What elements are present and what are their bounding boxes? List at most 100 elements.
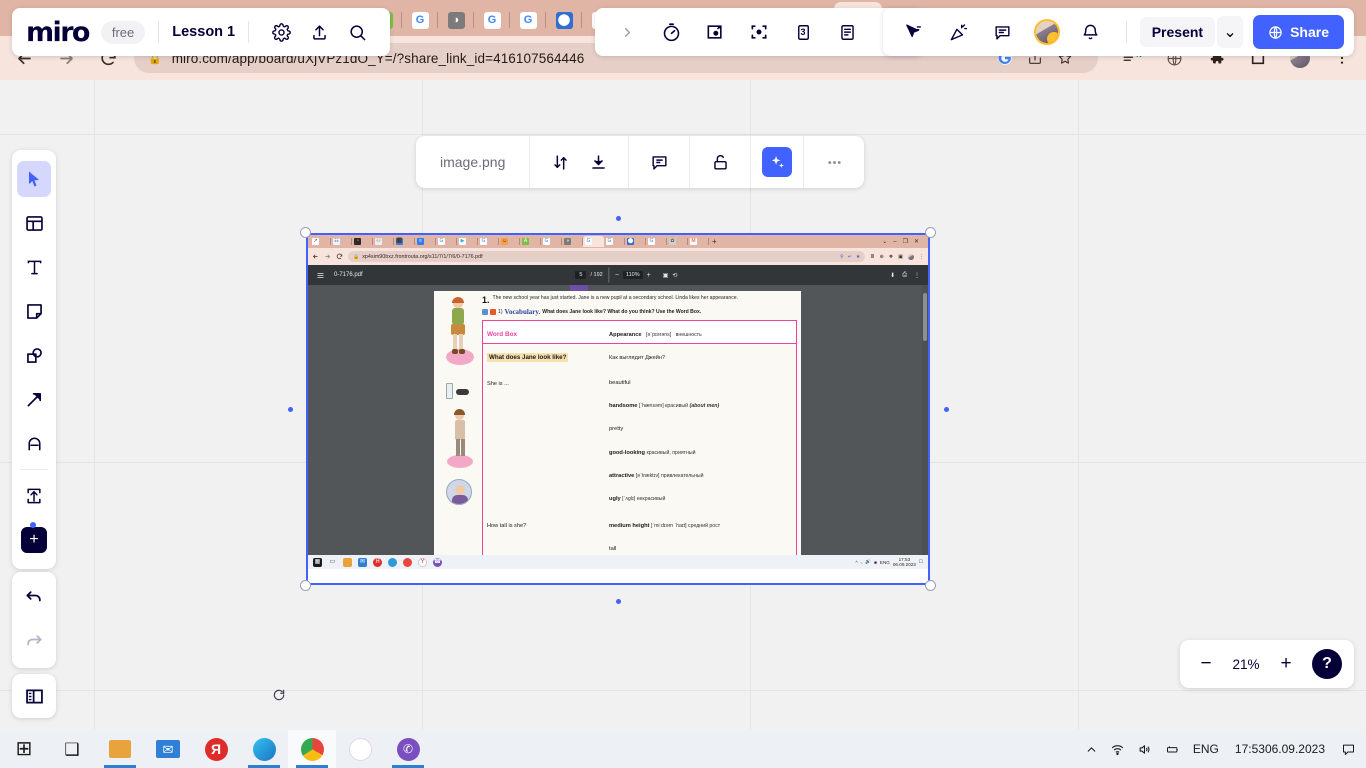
resize-handle-bottom-left[interactable] xyxy=(300,580,311,591)
select-cursor-tool[interactable] xyxy=(12,157,56,201)
canvas-dot xyxy=(616,216,621,221)
zoom-level-value[interactable]: 21% xyxy=(1226,657,1266,672)
plan-badge[interactable]: free xyxy=(100,20,146,44)
redo-icon[interactable] xyxy=(12,620,56,664)
comment-icon[interactable] xyxy=(644,147,674,177)
browser-tab[interactable]: G xyxy=(402,4,438,36)
unlock-icon[interactable] xyxy=(705,147,735,177)
text-tool[interactable] xyxy=(12,245,56,289)
image-filename: image.png xyxy=(440,154,506,170)
lock-segment xyxy=(689,136,750,188)
shapes-tool[interactable] xyxy=(12,333,56,377)
templates-tool[interactable] xyxy=(12,201,56,245)
google-icon: G xyxy=(411,11,429,29)
focus-mode-icon[interactable] xyxy=(744,17,774,47)
browser-tab[interactable]: G xyxy=(510,4,546,36)
lightning-badge-icon: ⚡ xyxy=(1046,32,1058,43)
celebration-wand-icon[interactable] xyxy=(944,17,974,47)
edge-icon[interactable] xyxy=(240,730,288,768)
globe-icon xyxy=(1269,25,1282,39)
image-context-toolbar: image.png xyxy=(416,136,865,188)
miro-creation-toolbar: + xyxy=(12,150,56,569)
more-segment xyxy=(803,136,864,188)
sticky-note-tool[interactable] xyxy=(12,289,56,333)
chrome-icon[interactable] xyxy=(288,730,336,768)
mouse-icon: ⬤ xyxy=(555,11,573,29)
present-button[interactable]: Present xyxy=(1139,17,1216,47)
more-apps-tool[interactable]: + xyxy=(12,518,56,562)
filename-segment: image.png xyxy=(416,136,529,188)
canvas-dot xyxy=(288,407,293,412)
help-button[interactable]: ? xyxy=(1312,649,1342,679)
notification-icon[interactable] xyxy=(1335,730,1362,768)
selected-image-object[interactable]: ↗ ☷ ◔ ⚇ ⬛ ≡ G ▶ G ☺ A G ◑ G G ⬤ G ✿ M + ⌄–❐✕ 🔒 xp4sim90bxz.f… xyxy=(300,227,936,591)
notifications-bell-icon[interactable] xyxy=(1076,17,1106,47)
undo-redo-group xyxy=(12,572,56,668)
zoom-out-button[interactable]: − xyxy=(1192,650,1220,678)
resize-handle-bottom-right[interactable] xyxy=(925,580,936,591)
wifi-icon[interactable] xyxy=(1104,730,1131,768)
clock[interactable]: 17:53 06.09.2023 xyxy=(1225,730,1335,768)
miro-center-toolbar: 3 xyxy=(595,8,923,56)
chevron-up-icon[interactable] xyxy=(1079,730,1104,768)
google-icon: G xyxy=(519,11,537,29)
globe-icon: ◑ xyxy=(447,11,465,29)
undo-icon[interactable] xyxy=(12,576,56,620)
miro-board-header: miro free Lesson 1 xyxy=(12,8,391,56)
file-explorer-icon[interactable] xyxy=(96,730,144,768)
system-tray: ENG 17:53 06.09.2023 xyxy=(1079,730,1366,768)
cursor-share-icon[interactable] xyxy=(900,17,930,47)
download-icon[interactable] xyxy=(583,147,613,177)
clock-time: 17:53 xyxy=(1234,741,1265,756)
start-button[interactable]: ⊞ xyxy=(0,730,48,768)
chrome-browser-window: ↗☷◔⚇⬛≡G▶G☺AG◑GG⬤G✿MUG⛰G × G⦀⦀◎◎ + ⌄ – ❐ … xyxy=(0,0,1366,730)
upload-tool[interactable] xyxy=(12,474,56,518)
canvas-dot xyxy=(616,599,621,604)
ai-sparkle-icon[interactable] xyxy=(762,147,793,177)
timer-icon[interactable] xyxy=(656,17,686,47)
share-button-label: Share xyxy=(1290,24,1329,40)
more-options-icon[interactable] xyxy=(819,147,849,177)
cards-icon[interactable]: 3 xyxy=(788,17,818,47)
browser-tab[interactable]: ◑ xyxy=(438,4,474,36)
viber-icon[interactable]: ✆ xyxy=(384,730,432,768)
board-name[interactable]: Lesson 1 xyxy=(172,24,235,40)
rotate-handle-icon[interactable] xyxy=(272,688,286,702)
miro-logo[interactable]: miro xyxy=(26,17,90,48)
selection-border xyxy=(306,233,930,585)
comment-segment xyxy=(628,136,689,188)
frame-icon[interactable] xyxy=(700,17,730,47)
zoom-in-button[interactable]: + xyxy=(1272,650,1300,678)
connector-arrow-tool[interactable] xyxy=(12,377,56,421)
google-icon: G xyxy=(483,11,501,29)
yandex-browser-icon[interactable] xyxy=(336,730,384,768)
user-avatar[interactable]: ⚡ xyxy=(1032,17,1062,47)
notes-icon[interactable] xyxy=(832,17,862,47)
browser-tab[interactable]: ⬤ xyxy=(546,4,582,36)
panel-toggle-icon[interactable] xyxy=(12,674,56,718)
export-upload-icon[interactable] xyxy=(304,17,334,47)
resize-handle-top-right[interactable] xyxy=(925,227,936,238)
present-dropdown-button[interactable]: ⌄ xyxy=(1217,16,1244,48)
task-view-button[interactable]: ❑ xyxy=(48,730,96,768)
comments-icon[interactable] xyxy=(988,17,1018,47)
browser-tab[interactable]: G xyxy=(474,4,510,36)
clock-date: 06.09.2023 xyxy=(1264,741,1325,756)
board-settings-gear-icon[interactable] xyxy=(266,17,296,47)
expand-chevron-right-icon[interactable] xyxy=(612,17,642,47)
search-icon[interactable] xyxy=(342,17,372,47)
pen-tool[interactable] xyxy=(12,421,56,465)
mail-icon[interactable]: ✉ xyxy=(144,730,192,768)
share-button[interactable]: Share xyxy=(1253,15,1344,49)
ai-segment xyxy=(750,136,803,188)
canvas-dot xyxy=(944,407,949,412)
resize-handle-top-left[interactable] xyxy=(300,227,311,238)
zoom-control: − 21% + ? xyxy=(1180,640,1354,688)
battery-icon[interactable] xyxy=(1158,730,1187,768)
windows-taskbar: ⊞ ❑ ✉ Я ✆ ENG 17:53 06.09.2023 xyxy=(0,730,1366,768)
yandex-icon[interactable]: Я xyxy=(192,730,240,768)
volume-icon[interactable] xyxy=(1131,730,1158,768)
miro-right-toolbar: ⚡ Present ⌄ Share xyxy=(882,8,1354,56)
language-indicator[interactable]: ENG xyxy=(1187,730,1225,768)
replace-image-icon[interactable] xyxy=(545,147,575,177)
